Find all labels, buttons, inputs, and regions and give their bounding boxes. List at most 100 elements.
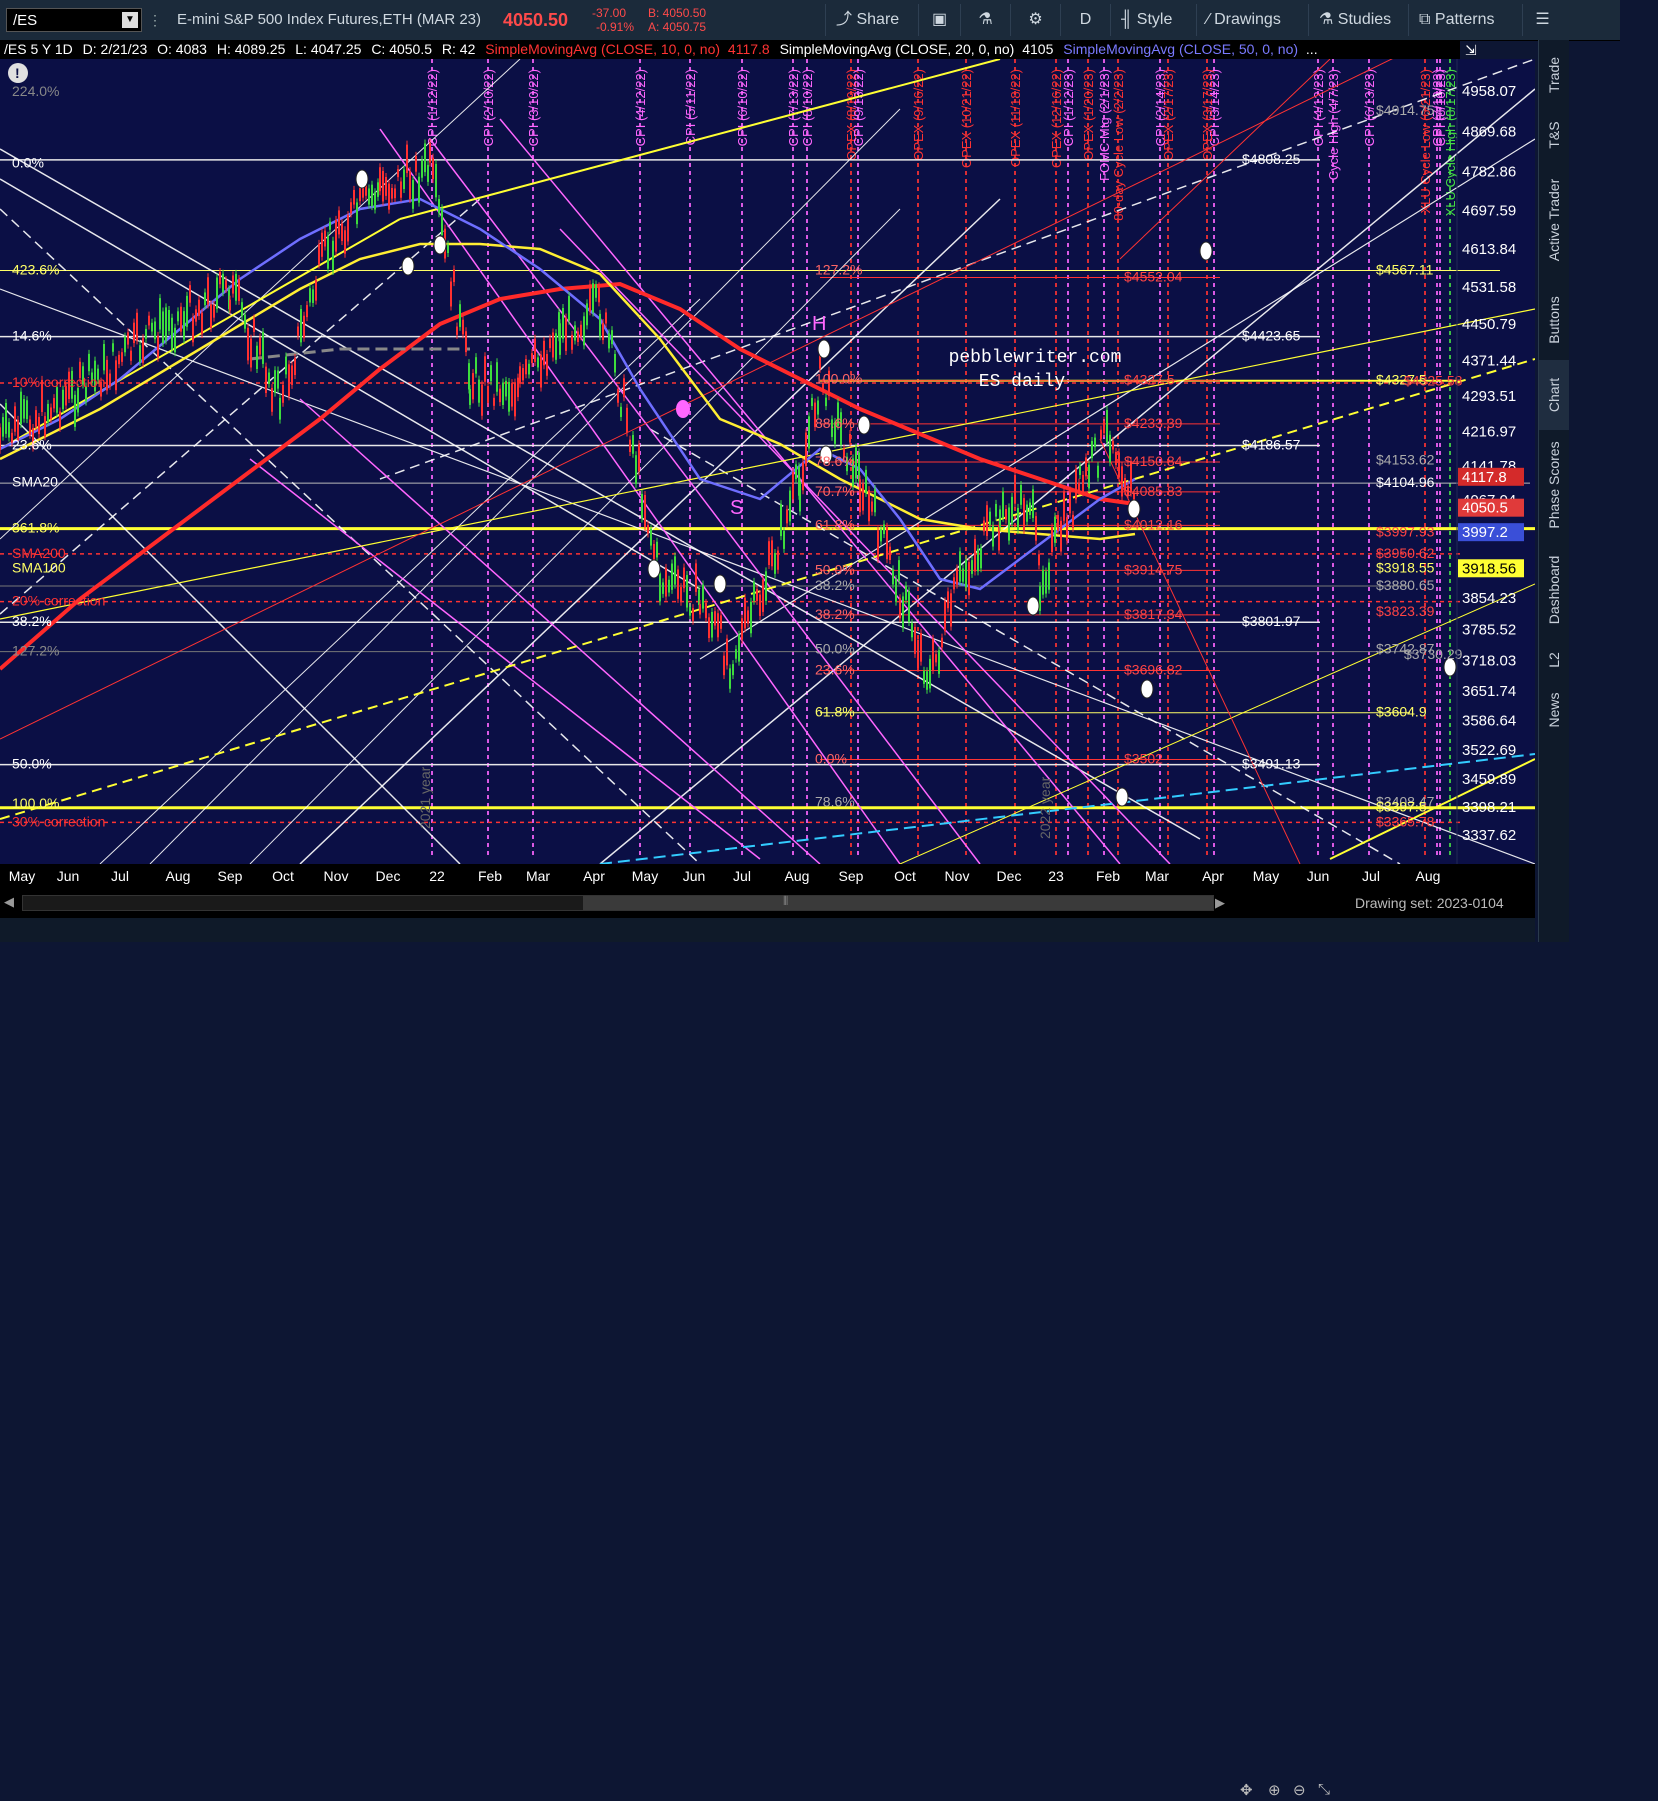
bar-low: L: 4047.25 (295, 41, 362, 57)
candle-body (303, 315, 305, 338)
pan-icon[interactable]: ✥ (1240, 1781, 1253, 1801)
candle-body (318, 243, 320, 265)
candle-body (1042, 569, 1044, 595)
settings-button[interactable]: ⚙ (1010, 4, 1060, 36)
candle-body (511, 383, 513, 407)
candle-body (388, 183, 390, 210)
candle-body (391, 187, 393, 199)
chevron-down-icon[interactable]: ▼ (122, 12, 138, 28)
hamburger-icon: ☰ (1535, 11, 1550, 28)
sidebar-tab-phase-scores[interactable]: Phase Scores (1539, 430, 1569, 540)
candle-body (35, 410, 37, 427)
time-axis-label: Oct (272, 868, 294, 884)
candle-body (762, 579, 764, 612)
collapse-icon[interactable]: ⇲ (1465, 42, 1477, 59)
sidebar-tab-buttons[interactable]: Buttons (1539, 280, 1569, 360)
candle-body (692, 608, 694, 621)
scroll-left-icon[interactable]: ◀ (4, 895, 18, 909)
candle-body (629, 439, 631, 453)
symbol-text: /ES (13, 12, 38, 29)
zoom-out-icon[interactable]: ⊖ (1293, 1781, 1306, 1801)
candle-body (537, 357, 539, 368)
sma50-label[interactable]: SimpleMovingAvg (CLOSE, 50, 0, no) (1063, 41, 1298, 57)
sidebar-tab-trade[interactable]: Trade (1539, 40, 1569, 110)
candle-body (265, 366, 267, 394)
measure-icon[interactable]: ⤡ (1318, 1781, 1330, 1801)
candle-body (783, 530, 785, 549)
candle-body (142, 338, 144, 363)
candle-body (1023, 498, 1025, 531)
candle-body (53, 398, 55, 409)
candle-body (905, 585, 907, 600)
candle-body (959, 551, 961, 582)
symbol-period: /ES 5 Y 1D (4, 41, 73, 57)
sidebar-tab-dashboard[interactable]: Dashboard (1539, 540, 1569, 640)
candle-body (780, 504, 782, 537)
link-icon[interactable]: ⋮ (148, 0, 162, 40)
candle-body (983, 520, 985, 532)
price-axis-tick: 4371.44 (1462, 352, 1516, 369)
time-axis-label: Nov (945, 868, 970, 884)
candle-body (1048, 562, 1050, 590)
time-axis[interactable]: May Jun Jul Aug Sep Oct Nov Dec 22 Feb Mar Apr May Ju… (0, 864, 1535, 888)
candle-body (699, 604, 701, 615)
chart-scrollbar[interactable]: ⦀ (22, 894, 1214, 911)
candle-body (953, 577, 955, 590)
scrollbar-thumb[interactable]: ⦀ (583, 894, 1213, 910)
event-label: CPI (6/10/22) (735, 69, 750, 146)
candle-body (880, 529, 882, 542)
candle-body (647, 524, 649, 534)
time-axis-label: Sep (218, 868, 243, 884)
sidebar-tab-ts[interactable]: T&S (1539, 110, 1569, 160)
drawings-button[interactable]: ∕ Drawings (1196, 4, 1308, 36)
sma20-label[interactable]: SimpleMovingAvg (CLOSE, 20, 0, no) (780, 41, 1015, 57)
candle-body (377, 182, 379, 197)
main-toolbar: /ES ▼ ⋮ E-mini S&P 500 Index Futures,ETH… (0, 0, 1620, 41)
candle-body (183, 311, 185, 340)
share-button[interactable]: ⤴ Share (825, 4, 918, 36)
sidebar-tab-active-trader[interactable]: Active Trader (1539, 160, 1569, 280)
price-chart[interactable]: CPI (1/12/22) CPI (2/10/22) CPI (3/10/22) C… (0, 0, 1536, 865)
fib-label-mid: 127.2% (815, 262, 862, 278)
event-label: CPI (6/13/23) (1362, 69, 1377, 146)
sidebar-tab-l2[interactable]: L2 (1539, 640, 1569, 680)
chart-canvas[interactable]: CPI (1/12/22) CPI (2/10/22) CPI (3/10/22) C… (0, 0, 1536, 865)
style-button[interactable]: ╢ Style (1110, 4, 1196, 36)
candle-body (385, 177, 387, 196)
drawing-set-label[interactable]: Drawing set: 2023-0104 (1355, 892, 1504, 914)
price-badge-text: 3918.56 (1462, 560, 1516, 577)
candle-body (274, 370, 276, 393)
symbol-selector[interactable]: /ES ▼ (6, 8, 142, 32)
sidebar-tab-chart[interactable]: Chart (1539, 360, 1569, 430)
candle-body (1011, 496, 1013, 524)
fib-label-left: 127.2% (12, 643, 59, 659)
scroll-right-icon[interactable]: ▶ (1215, 895, 1225, 911)
studies-button[interactable]: ⚗ Studies (1308, 4, 1408, 36)
marker-oval (1127, 499, 1141, 519)
flask-button[interactable]: ⚗ (960, 4, 1010, 36)
fib-label-mid: 38.2% (815, 577, 855, 593)
event-label: 80-day Cycle Low (2/2/23) (1111, 69, 1126, 221)
time-axis-label: Aug (785, 868, 810, 884)
candle-body (892, 569, 894, 585)
flask-icon: ⚗ (978, 11, 993, 28)
menu-button[interactable]: ☰ (1522, 4, 1562, 36)
sma10-label[interactable]: SimpleMovingAvg (CLOSE, 10, 0, no) (485, 41, 720, 57)
candle-body (409, 171, 411, 199)
price-axis-tick: 4531.58 (1462, 279, 1516, 296)
period-button[interactable]: D (1060, 4, 1110, 36)
time-axis-label: Apr (1202, 868, 1224, 884)
candle-body (324, 230, 326, 247)
more-studies[interactable]: ... (1306, 41, 1318, 57)
candle-body (1057, 515, 1059, 531)
watermark-text: pebblewriter.com (949, 348, 1122, 368)
candle-body (1112, 440, 1114, 450)
sidebar-tab-news[interactable]: News (1539, 680, 1569, 740)
candle-body (759, 594, 761, 616)
candle-body (418, 176, 420, 203)
candle-body (353, 189, 355, 205)
screenshot-button[interactable]: ▣ (918, 4, 960, 36)
s-marker: S (730, 497, 743, 519)
zoom-in-icon[interactable]: ⊕ (1268, 1781, 1281, 1801)
patterns-button[interactable]: ⧉ Patterns (1408, 4, 1522, 36)
